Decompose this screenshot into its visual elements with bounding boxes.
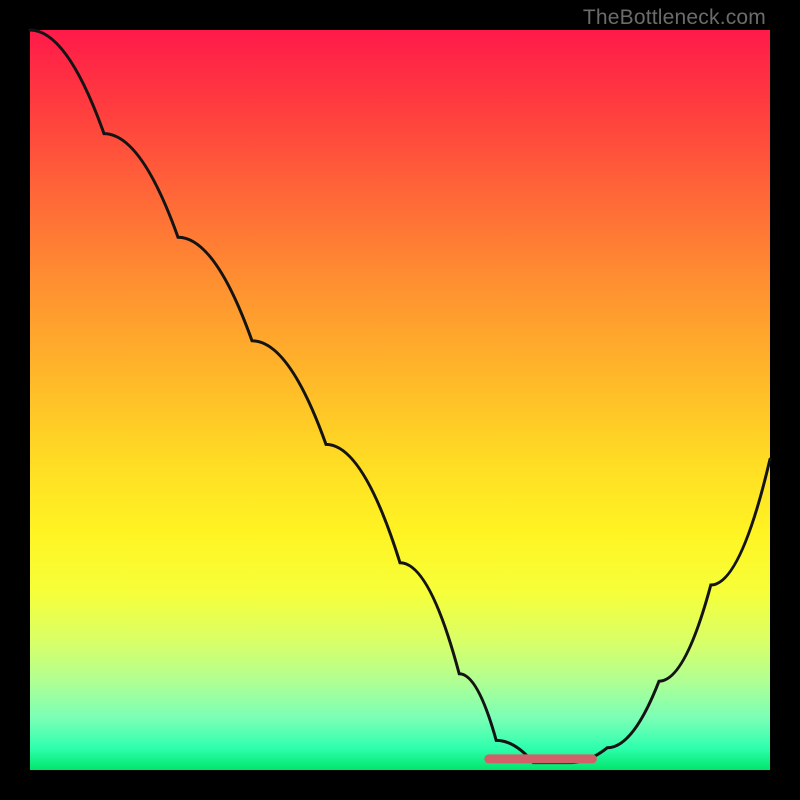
curve-path	[30, 30, 770, 763]
chart-frame	[30, 30, 770, 770]
watermark-text: TheBottleneck.com	[583, 6, 766, 30]
bottleneck-curve	[30, 30, 770, 770]
